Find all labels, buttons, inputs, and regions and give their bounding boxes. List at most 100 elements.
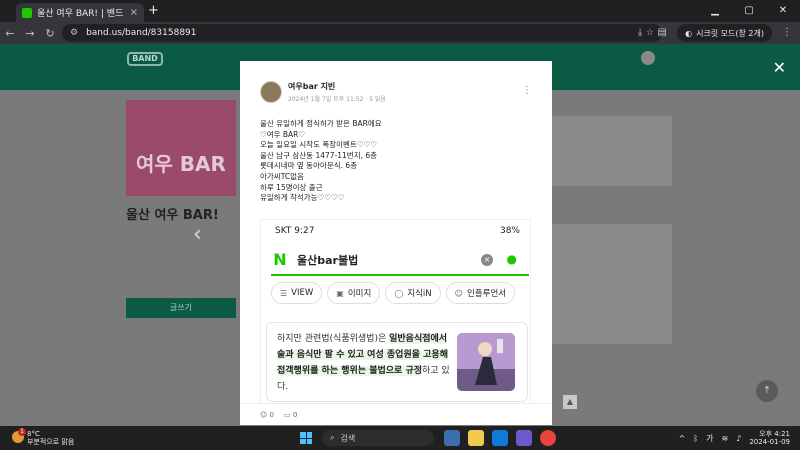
post-line: 오늘 일요일 시작도 폭장이벤트♡♡♡ bbox=[260, 140, 378, 150]
scroll-top-button[interactable]: ⤒ bbox=[756, 380, 778, 402]
chip-kin: ◯ 지식iN bbox=[385, 282, 441, 304]
chrome-icon[interactable] bbox=[540, 430, 556, 446]
new-tab-button[interactable]: + bbox=[148, 3, 159, 18]
clock-time: 오후 4:21 bbox=[759, 430, 790, 438]
attached-screenshot[interactable]: SKT 9:27 38% N 울산bar불법 × ● ☰ VIEW ▣ 이미지 ◯ 지… bbox=[260, 219, 531, 404]
illustration-image bbox=[457, 333, 515, 391]
phone-battery: 38% bbox=[499, 226, 520, 236]
volume-icon[interactable]: ♪ bbox=[736, 434, 741, 443]
image-icon: ▣ bbox=[336, 288, 344, 298]
windows-start-icon[interactable] bbox=[300, 432, 312, 444]
chip-image: ▣ 이미지 bbox=[327, 282, 381, 304]
tab-close-icon[interactable]: × bbox=[130, 7, 138, 18]
window-controls: ▁ ▢ ✕ bbox=[698, 0, 800, 22]
post-footer: ☺ 0 ▭ 0 bbox=[240, 403, 552, 425]
clear-icon: × bbox=[481, 254, 493, 266]
clock[interactable]: 오후 4:21 2024-01-09 bbox=[749, 430, 790, 446]
comment-count[interactable]: ▭ 0 bbox=[284, 411, 297, 419]
browser-tab[interactable]: 울산 여우 BAR! | 밴드 × bbox=[16, 3, 144, 22]
address-bar[interactable]: ⚙ band.us/band/83158891 ☆ bbox=[62, 24, 662, 42]
browser-toolbar: ← → ↻ ⚙ band.us/band/83158891 ☆ ⤓ ▤ ◐ 시크릿… bbox=[0, 22, 800, 44]
search-query: 울산bar불법 bbox=[297, 254, 359, 267]
post-body: 울산 유일하게 정식허가 받은 BAR에요 ♡여우 BAR♡ 오늘 일요일 시작… bbox=[260, 119, 382, 204]
weather-badge: 1 bbox=[18, 428, 26, 436]
post-header: 여우bar 지빈 2024년 1월 7일 오후 11:52 · 5 읽음 bbox=[260, 81, 386, 103]
scroll-up-icon[interactable]: ▲ bbox=[563, 395, 577, 409]
teams-icon[interactable] bbox=[516, 430, 532, 446]
post-detail-modal: 여우bar 지빈 2024년 1월 7일 오후 11:52 · 5 읽음 ⋮ 울… bbox=[240, 61, 552, 425]
url-text: band.us/band/83158891 bbox=[86, 28, 197, 38]
post-line: 롯데시네마 옆 동아아문식. 6층 bbox=[260, 161, 358, 171]
band-cover-image: 여우 BAR bbox=[126, 100, 236, 196]
sidebar-card-photos bbox=[552, 224, 672, 344]
microphone-icon: ● bbox=[506, 252, 517, 266]
menu-kebab-icon[interactable]: ⋮ bbox=[780, 26, 794, 40]
taskbar-search-label: 검색 bbox=[340, 433, 356, 443]
incognito-label: 시크릿 모드(창 2개) bbox=[696, 28, 764, 38]
person-icon: ☺ bbox=[454, 288, 463, 298]
comment-icon: ▭ bbox=[284, 410, 291, 419]
result-text: 하지만 관련법(식품위생법)은 일반음식점에서 술과 음식만 팔 수 있고 여성… bbox=[277, 331, 453, 395]
chip-label: VIEW bbox=[291, 288, 314, 298]
list-icon: ☰ bbox=[280, 288, 288, 298]
side-panel-icon[interactable]: ▤ bbox=[655, 26, 669, 40]
maximize-button[interactable]: ▢ bbox=[732, 0, 766, 22]
band-cover-text: 여우 BAR bbox=[136, 152, 226, 176]
wifi-icon[interactable]: ≋ bbox=[722, 434, 729, 443]
phone-status-time: SKT 9:27 bbox=[275, 226, 315, 236]
back-arrow-icon[interactable]: ← bbox=[0, 27, 20, 40]
chip-label: 인플루언서 bbox=[466, 289, 507, 299]
search-icon: ⌕ bbox=[330, 433, 335, 442]
site-info-icon[interactable]: ⚙ bbox=[70, 28, 78, 38]
naver-logo: N bbox=[273, 250, 287, 269]
minimize-button[interactable]: ▁ bbox=[698, 0, 732, 22]
sidebar-card bbox=[552, 116, 672, 186]
profile-avatar[interactable] bbox=[641, 51, 655, 65]
clock-date: 2024-01-09 bbox=[749, 438, 790, 446]
edge-icon[interactable] bbox=[492, 430, 508, 446]
close-window-button[interactable]: ✕ bbox=[766, 0, 800, 22]
post-more-icon[interactable]: ⋮ bbox=[522, 85, 532, 96]
forward-arrow-icon[interactable]: → bbox=[20, 27, 40, 40]
post-line: 유일하게 착석가능♡♡♡♡ bbox=[260, 193, 345, 203]
band-logo[interactable]: BAND bbox=[127, 52, 163, 66]
reload-icon[interactable]: ↻ bbox=[40, 27, 60, 40]
write-post-button[interactable]: 글쓰기 bbox=[126, 298, 236, 318]
naver-search-bar: N 울산bar불법 × ● bbox=[271, 246, 529, 276]
chip-influencer: ☺ 인플루언서 bbox=[445, 282, 516, 304]
result-text-part: 하지만 관련법(식품위생법)은 bbox=[277, 334, 390, 344]
bluetooth-icon[interactable]: ᛒ bbox=[693, 434, 698, 443]
taskbar-search[interactable]: ⌕ 검색 bbox=[322, 430, 434, 446]
emotion-count[interactable]: ☺ 0 bbox=[260, 411, 274, 419]
incognito-icon: ◐ bbox=[685, 28, 693, 38]
input-language[interactable]: 가 bbox=[706, 433, 713, 444]
toolbar-right: ⤓ ▤ ◐ 시크릿 모드(창 2개) ⋮ bbox=[633, 24, 794, 42]
search-filter-chips: ☰ VIEW ▣ 이미지 ◯ 지식iN ☺ 인플루언서 bbox=[271, 282, 516, 304]
chip-label: 이미지 bbox=[347, 289, 372, 299]
tab-title: 울산 여우 BAR! | 밴드 bbox=[37, 9, 124, 19]
windows-taskbar: 1 8°C 부분적으로 맑음 ⌕ 검색 ^ ᛒ 가 ≋ ♪ 오후 4:21 20… bbox=[0, 426, 800, 450]
post-line: 울산 남구 삼산동 1477-11번지, 6층 bbox=[260, 150, 378, 160]
download-icon[interactable]: ⤓ bbox=[633, 26, 647, 40]
incognito-indicator[interactable]: ◐ 시크릿 모드(창 2개) bbox=[677, 24, 772, 42]
post-line: 아가씨TC없음 bbox=[260, 171, 304, 181]
system-tray: ^ ᛒ 가 ≋ ♪ 오후 4:21 2024-01-09 bbox=[679, 430, 790, 446]
tab-strip: 울산 여우 BAR! | 밴드 × + ▁ ▢ ✕ bbox=[0, 0, 800, 22]
close-modal-icon[interactable]: ✕ bbox=[773, 58, 786, 77]
tray-expand-icon[interactable]: ^ bbox=[679, 434, 686, 443]
weather-temp: 8°C bbox=[27, 430, 40, 438]
post-author[interactable]: 여우bar 지빈 bbox=[288, 81, 386, 92]
file-explorer-icon[interactable] bbox=[468, 430, 484, 446]
post-line: 하루 15명이상 출근 bbox=[260, 182, 323, 192]
author-avatar[interactable] bbox=[260, 81, 282, 103]
chip-view: ☰ VIEW bbox=[271, 282, 323, 304]
weather-desc: 부분적으로 맑음 bbox=[27, 438, 75, 446]
task-view-icon[interactable] bbox=[444, 430, 460, 446]
band-title: 울산 여우 BAR! bbox=[126, 208, 219, 223]
weather-widget[interactable]: 1 8°C 부분적으로 맑음 bbox=[12, 428, 75, 446]
post-date: 2024년 1월 7일 오후 11:52 · 5 읽음 bbox=[288, 96, 386, 103]
comment-count-value: 0 bbox=[292, 410, 298, 419]
search-icon: ◯ bbox=[394, 288, 404, 298]
previous-arrow-icon[interactable]: ‹ bbox=[193, 222, 202, 247]
post-line: 울산 유일하게 정식허가 받은 BAR에요 bbox=[260, 119, 382, 128]
